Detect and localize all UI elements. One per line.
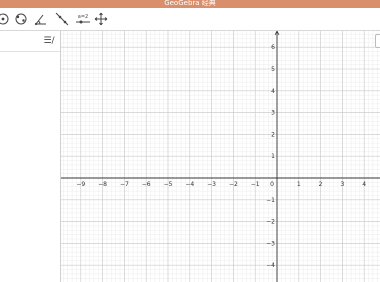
y-tick-label: −2 [266,219,275,226]
style-bar-toggle[interactable] [375,34,380,48]
origin-label: 0 [270,181,274,188]
y-tick-label: 3 [271,110,275,117]
angle-tool-button[interactable] [32,10,50,28]
y-tick-label: 1 [271,153,275,160]
x-tick-label: −4 [185,181,194,188]
toolbar: a=2 [0,8,380,31]
slider-icon: a=2 [76,14,90,24]
y-tick-label: 6 [271,44,275,51]
x-tick-label: −7 [120,181,129,188]
circle-points-icon [15,13,27,25]
circle-tool-button[interactable] [12,10,30,28]
x-tick-label: −2 [229,181,238,188]
graphics-view[interactable]: −9 −8 −7 −6 −5 −4 −3 −2 −1 0 1 2 3 4 6 5 4 3 2 1 −1 −2 −3 −4 [61,31,380,282]
x-tick-label: −6 [142,181,151,188]
window-title: GeoGebra 经典 [164,0,216,7]
move-view-tool-button[interactable] [92,10,110,28]
x-tick-label: −5 [164,181,173,188]
slider-tool-label: a=2 [78,14,88,20]
slider-tool-button[interactable]: a=2 [73,10,93,28]
point-tool-button[interactable] [0,10,12,28]
x-tick-label: 1 [297,181,301,188]
x-tick-label: −1 [251,181,260,188]
y-tick-label: −1 [266,197,275,204]
x-tick-label: −8 [98,181,107,188]
x-tick-label: 4 [362,181,366,188]
move-cross-icon [94,12,108,26]
y-tick-label: 4 [271,88,275,95]
line-tool-button[interactable] [53,10,71,28]
y-tick-label: −3 [266,240,275,247]
algebra-header: ☰/ [0,31,60,52]
x-tick-label: −9 [76,181,85,188]
point-icon [0,13,9,25]
coordinate-grid[interactable]: −9 −8 −7 −6 −5 −4 −3 −2 −1 0 1 2 3 4 6 5 4 3 2 1 −1 −2 −3 −4 [61,31,380,282]
line-icon [55,12,69,26]
title-bar: GeoGebra 经典 [0,0,380,8]
y-tick-label: −4 [266,262,275,269]
angle-icon [34,14,46,26]
x-tick-label: 3 [340,181,344,188]
y-tick-label: 5 [271,66,275,73]
x-tick-label: 2 [319,181,323,188]
y-tick-label: 2 [271,131,275,138]
algebra-view[interactable]: ☰/ [0,31,61,282]
algebra-menu-button[interactable]: ☰/ [41,34,57,48]
x-tick-label: −3 [207,181,216,188]
